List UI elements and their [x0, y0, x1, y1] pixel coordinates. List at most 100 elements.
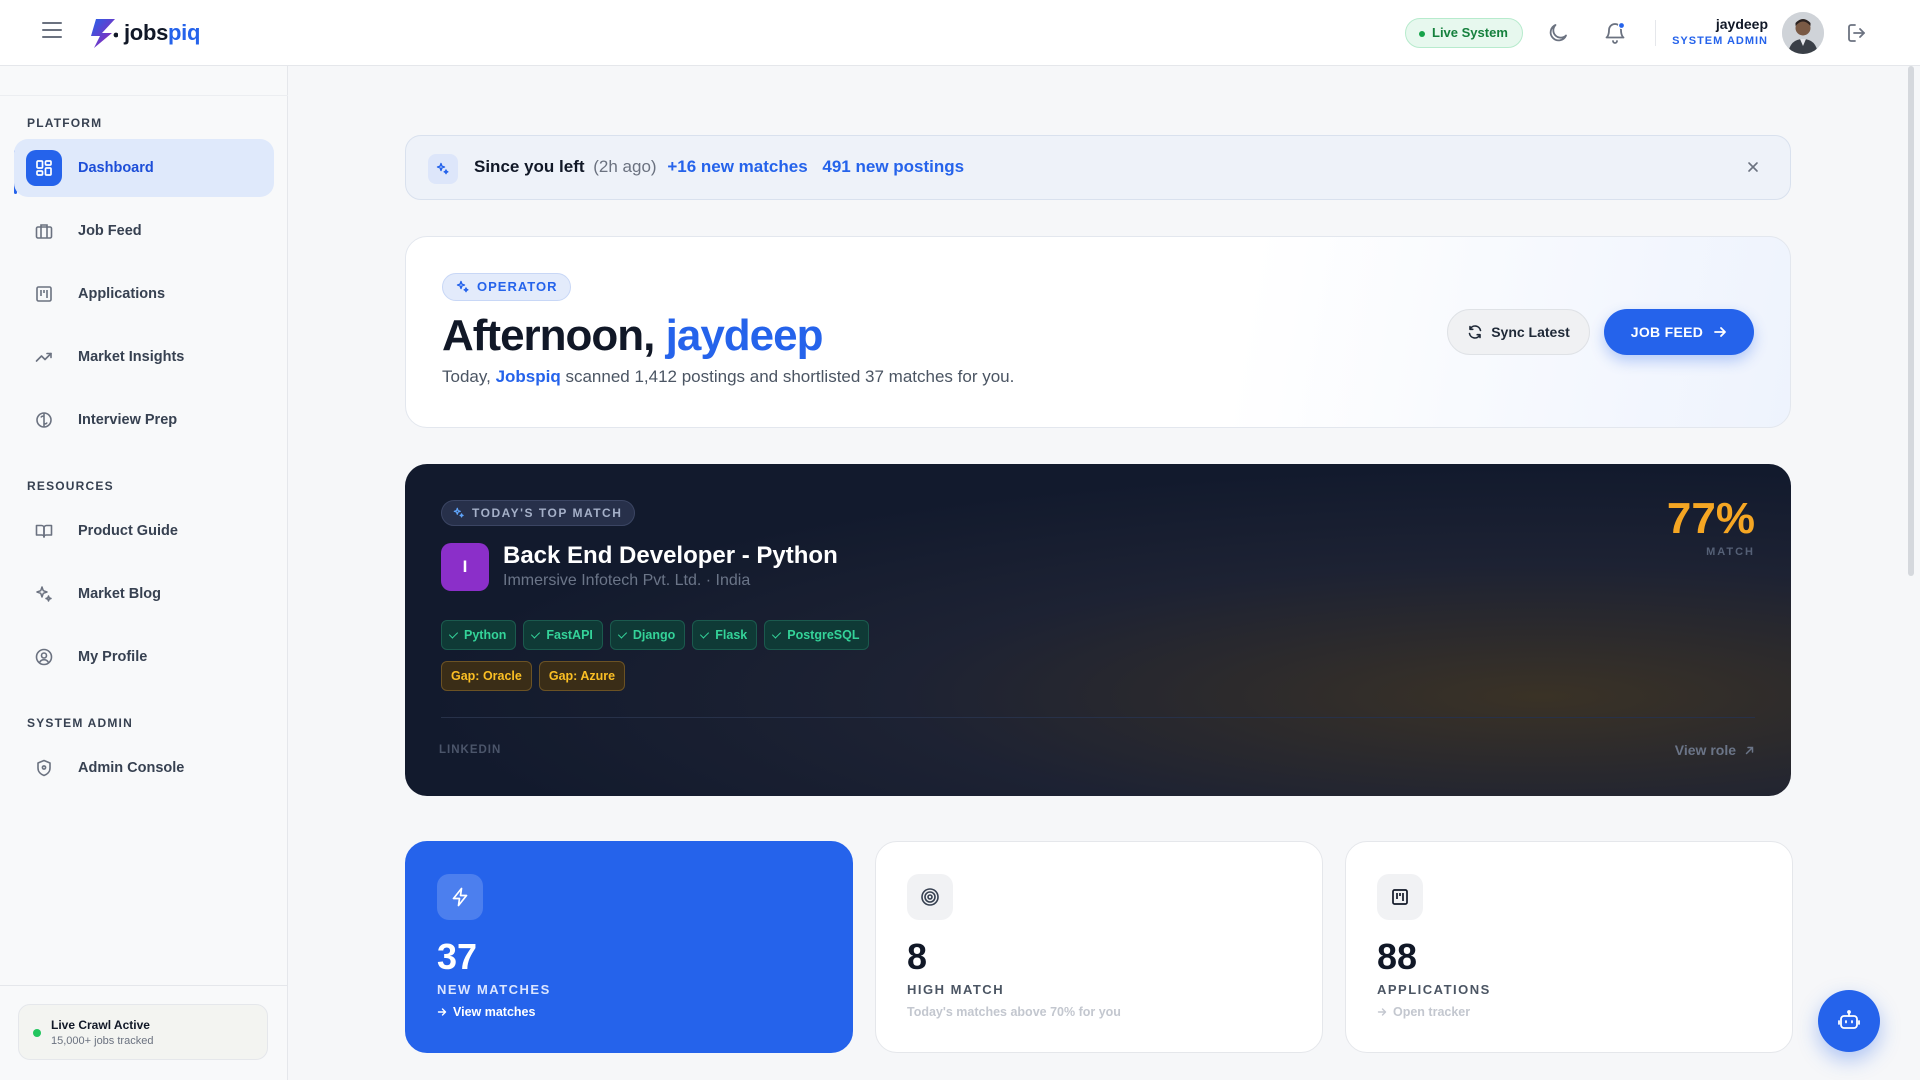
skill-tag: Django — [609, 620, 686, 650]
arrow-right-icon — [437, 1008, 447, 1016]
skill-tag: Python — [441, 620, 517, 650]
crawl-subtitle: 15,000+ jobs tracked — [51, 1035, 154, 1047]
sidebar-item-interview-prep[interactable]: Interview Prep — [14, 391, 274, 449]
view-matches-link[interactable]: View matches — [437, 1005, 535, 1019]
sparkles-icon — [456, 280, 469, 293]
external-arrow-icon — [1745, 746, 1754, 754]
sidebar-item-market-blog[interactable]: Market Blog — [14, 565, 274, 623]
skill-tag: PostgreSQL — [764, 620, 870, 650]
lightning-icon — [437, 874, 483, 920]
stat-card-high-match[interactable]: 8 HIGH MATCH Today's matches above 70% f… — [875, 841, 1323, 1053]
since-you-left-banner: Since you left (2h ago) +16 new matches … — [405, 135, 1791, 200]
target-icon — [907, 874, 953, 920]
sidebar: PLATFORM Dashboard Job Feed Applications… — [0, 66, 288, 1080]
sidebar-item-product-guide[interactable]: Product Guide — [14, 502, 274, 560]
sidebar-item-dashboard[interactable]: Dashboard — [14, 139, 274, 197]
stat-value: 8 — [907, 936, 928, 977]
open-tracker-link[interactable]: Open tracker — [1377, 1005, 1470, 1019]
kanban-icon — [26, 276, 62, 312]
live-system-badge: Live System — [1405, 18, 1523, 48]
page-scrollbar[interactable] — [1908, 66, 1914, 576]
arrow-right-icon — [1714, 327, 1727, 337]
stat-label: NEW MATCHES — [437, 982, 551, 997]
skill-tag: Flask — [692, 620, 758, 650]
menu-icon[interactable] — [42, 22, 62, 38]
arrow-right-icon — [1377, 1008, 1387, 1016]
sidebar-item-label: Dashboard — [78, 160, 154, 176]
stat-description: Today's matches above 70% for you — [907, 1005, 1121, 1019]
stat-card-new-matches[interactable]: 37 NEW MATCHES View matches — [405, 841, 853, 1053]
bell-icon[interactable] — [1603, 21, 1627, 45]
brand-logo[interactable]: jobspiq — [88, 16, 200, 50]
since-ago: (2h ago) — [593, 157, 657, 176]
sidebar-item-market-insights[interactable]: Market Insights — [14, 328, 274, 386]
new-matches-link[interactable]: +16 new matches — [667, 157, 807, 176]
close-icon[interactable] — [1744, 158, 1762, 176]
sidebar-item-my-profile[interactable]: My Profile — [14, 628, 274, 686]
job-source: LINKEDIN — [439, 744, 502, 756]
sidebar-item-applications[interactable]: Applications — [14, 265, 274, 323]
stat-label: HIGH MATCH — [907, 982, 1005, 997]
operator-badge: OPERATOR — [442, 273, 572, 301]
sidebar-item-label: Interview Prep — [78, 412, 178, 428]
since-title: Since you left — [474, 157, 585, 176]
new-postings-link[interactable]: 491 new postings — [822, 157, 964, 176]
robot-icon — [1838, 1010, 1860, 1029]
company-location: Immersive Infotech Pvt. Ltd. · India — [503, 572, 751, 589]
sparkles-icon — [453, 507, 464, 518]
top-header: jobspiq Live System jaydeep SYSTEM ADMIN — [0, 0, 1920, 66]
refresh-icon — [1468, 325, 1482, 339]
greeting-card: OPERATOR Afternoon, jaydeep Today, Jobsp… — [405, 236, 1791, 428]
briefcase-icon — [26, 213, 62, 249]
section-label-system-admin: SYSTEM ADMIN — [27, 716, 133, 730]
job-feed-button[interactable]: JOB FEED — [1604, 309, 1754, 355]
brand-name: jobspiq — [124, 20, 201, 45]
page-title: Afternoon, jaydeep — [442, 311, 824, 360]
since-summary: Since you left (2h ago) +16 new matches … — [474, 157, 964, 177]
stat-value: 37 — [437, 936, 478, 977]
sidebar-item-label: Job Feed — [78, 223, 142, 239]
stat-label: APPLICATIONS — [1377, 982, 1491, 997]
brand-mention: Jobspiq — [495, 367, 561, 386]
greeting-user-name: jaydeep — [665, 311, 824, 360]
skill-gaps: Gap: Oracle Gap: Azure — [441, 661, 632, 691]
sidebar-divider — [0, 95, 288, 96]
brain-icon — [26, 402, 62, 438]
sidebar-divider — [0, 985, 288, 986]
sparkles-icon — [26, 576, 62, 612]
sidebar-item-label: Admin Console — [78, 760, 185, 776]
status-dot — [33, 1029, 41, 1037]
crawl-title: Live Crawl Active — [51, 1018, 150, 1032]
sidebar-item-job-feed[interactable]: Job Feed — [14, 202, 274, 260]
assistant-bot-button[interactable] — [1818, 990, 1880, 1052]
logout-icon[interactable] — [1845, 21, 1869, 45]
view-role-link[interactable]: View role — [1675, 742, 1755, 758]
header-divider — [1655, 20, 1656, 46]
jobspiq-logo-icon — [91, 19, 118, 48]
job-title[interactable]: Back End Developer - Python — [503, 542, 838, 570]
gap-tag: Gap: Oracle — [441, 661, 532, 691]
sidebar-item-admin-console[interactable]: Admin Console — [14, 739, 274, 797]
sidebar-item-label: Market Insights — [78, 349, 185, 365]
avatar[interactable] — [1782, 12, 1824, 54]
sidebar-item-label: My Profile — [78, 649, 148, 665]
moon-icon[interactable] — [1546, 21, 1570, 45]
sidebar-item-label: Applications — [78, 286, 166, 302]
top-match-card[interactable]: TODAY'S TOP MATCH I Back End Developer -… — [405, 464, 1791, 796]
book-open-icon — [26, 513, 62, 549]
card-divider — [441, 717, 1755, 718]
greeting-subtitle: Today, Jobspiq scanned 1,412 postings an… — [442, 367, 1015, 386]
live-crawl-status: Live Crawl Active 15,000+ jobs tracked — [18, 1004, 268, 1060]
kanban-icon — [1377, 874, 1423, 920]
matched-skills: Python FastAPI Django Flask PostgreSQL — [441, 620, 876, 650]
gap-tag: Gap: Azure — [538, 661, 626, 691]
sync-latest-button[interactable]: Sync Latest — [1447, 309, 1590, 355]
section-label-resources: RESOURCES — [27, 479, 114, 493]
sidebar-item-label: Market Blog — [78, 586, 161, 602]
stat-card-applications[interactable]: 88 APPLICATIONS Open tracker — [1345, 841, 1793, 1053]
top-match-badge: TODAY'S TOP MATCH — [441, 500, 636, 526]
user-role: SYSTEM ADMIN — [1672, 35, 1768, 47]
avatar-photo — [1782, 12, 1824, 54]
dashboard-grid-icon — [26, 150, 62, 186]
section-label-platform: PLATFORM — [27, 116, 103, 130]
